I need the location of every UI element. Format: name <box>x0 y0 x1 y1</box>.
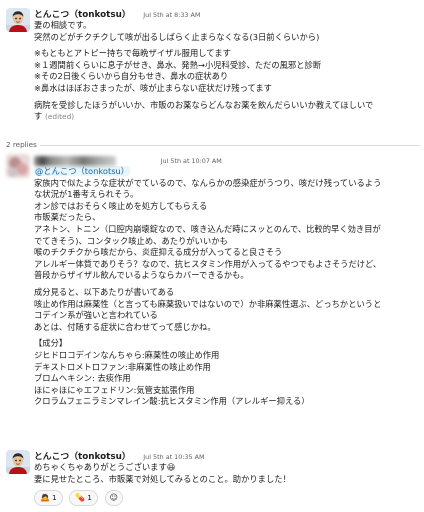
add-reaction-icon: ☺ <box>109 493 118 502</box>
user-avatar-icon <box>6 154 30 178</box>
author-name[interactable]: とんこつ（tonkotsu） <box>34 10 131 20</box>
bow-emoji-icon: 🙇 <box>40 493 50 502</box>
message-line: デキストロメトロファン:非麻薬性の咳止め作用 <box>34 361 211 372</box>
message-line: ※その2日後くらいから自分もせき、鼻水の症状あり <box>34 71 229 82</box>
message-line: コデイン系が強いと言われている <box>34 310 158 321</box>
add-reaction-button[interactable]: ☺ <box>104 490 123 506</box>
message-line: ※鼻水はほぼおさまったが、咳が止まらない症状だけ残ってます <box>34 82 272 93</box>
divider <box>40 145 420 146</box>
message-line: 【成分】 <box>34 338 68 349</box>
timestamp[interactable]: Jul 5th at 10:07 AM <box>161 157 222 165</box>
message-line: でてきそう)、コンタック咳止め、あたりがいいかも <box>34 235 228 246</box>
message-line: アレルギー体質でありそう？なので、抗ヒスタミン作用が入ってるやつでもよさそうだけ… <box>34 258 382 269</box>
reaction-count: 1 <box>51 493 57 503</box>
message-line: アネトン、トニン（口腔内崩壊錠なので、咳き込んだ時にスッとのんで、比較的早く効き… <box>34 223 381 234</box>
user-mention[interactable]: @とんこつ（tonkotsu） <box>34 166 131 176</box>
reaction-bow[interactable]: 🙇 1 <box>34 490 63 506</box>
message-line: 普段からザイザル飲んでいるようならカバーできるかも。 <box>34 270 249 281</box>
author-name[interactable]: とんこつ（tonkotsu） <box>34 452 131 462</box>
reactions-bar: 🙇 1 💊 1 ☺ <box>34 490 127 506</box>
message-line: めちゃくちゃありがとうございます😆 <box>34 462 176 472</box>
message-line: 突然のどがチクチクして咳が出るしばらく止まらなくなる(3日前くらいから) <box>34 31 320 42</box>
message-line: 家族内で似たような症状がでているので、なんらかの感染症がうつり、咳だけ残っている… <box>34 177 382 188</box>
message-line: クロラムフェニラミンマレイン酸:抗ヒスタミン作用（アレルギー抑える） <box>34 396 310 407</box>
reaction-count: 1 <box>87 493 92 503</box>
message-line: あとは、付随する症状に合わせてって感じかね。 <box>34 321 216 332</box>
message-line: ジヒドロコデインなんちゃら:麻薬性の咳止め作用 <box>34 349 220 360</box>
message-line: 市販薬だったら、 <box>34 212 101 223</box>
timestamp[interactable]: Jul 5th at 8:33 AM <box>143 11 200 19</box>
message-text: す <box>34 111 43 122</box>
avatar[interactable] <box>6 154 30 178</box>
reaction-pill[interactable]: 💊 1 <box>69 490 98 506</box>
message-line: な状況が1番考えられそう。 <box>34 189 139 200</box>
message-line: 喉のチクチクから咳だから、炎症抑える成分が入ってると良さそう <box>34 247 283 258</box>
message-line: ※１週間前くらいに息子がせき、鼻水、発熱→小児科受診、ただの風邪と診断 <box>34 59 322 70</box>
pill-emoji-icon: 💊 <box>75 493 86 502</box>
message-line: ほにゃほにゃエフェドリン:気管支拡張作用 <box>34 384 195 395</box>
message-line: 病院を受診したほうがいいか、市販のお薬ならどんなお薬を飲んだらいいか教えてほしい… <box>34 99 374 110</box>
avatar[interactable] <box>6 8 30 32</box>
redacted-author-name[interactable] <box>34 155 116 166</box>
thread-replies-divider: 2 replies <box>0 138 424 152</box>
message-line: す (edited) <box>34 111 420 123</box>
message-line: 妻の相談です。 <box>34 20 92 30</box>
message-line: 咳止め作用は麻薬性（と言っても麻薬扱いではないので）か非麻薬性選ぶ、どっちかとい… <box>34 298 382 309</box>
timestamp[interactable]: Jul 5th at 10:35 AM <box>143 453 204 461</box>
user-avatar-icon <box>6 450 30 474</box>
message-line: ※もともとアトピー持ちで毎晩ザイザル服用してます <box>34 48 231 59</box>
message-line: オン診ではおそらく咳止めを処方してもらえる <box>34 200 208 211</box>
message-line: 成分見ると、以下あたりが書いてある <box>34 286 175 297</box>
edited-label: (edited) <box>44 112 75 122</box>
avatar[interactable] <box>6 450 30 474</box>
user-avatar-icon <box>6 8 30 32</box>
message-line: ブロムヘキシン: 去痰作用 <box>34 373 131 384</box>
message-line: 妻に見せたところ、市販薬で対処してみるとのこと。助かりました！ <box>34 473 291 484</box>
replies-count[interactable]: 2 replies <box>6 139 37 151</box>
